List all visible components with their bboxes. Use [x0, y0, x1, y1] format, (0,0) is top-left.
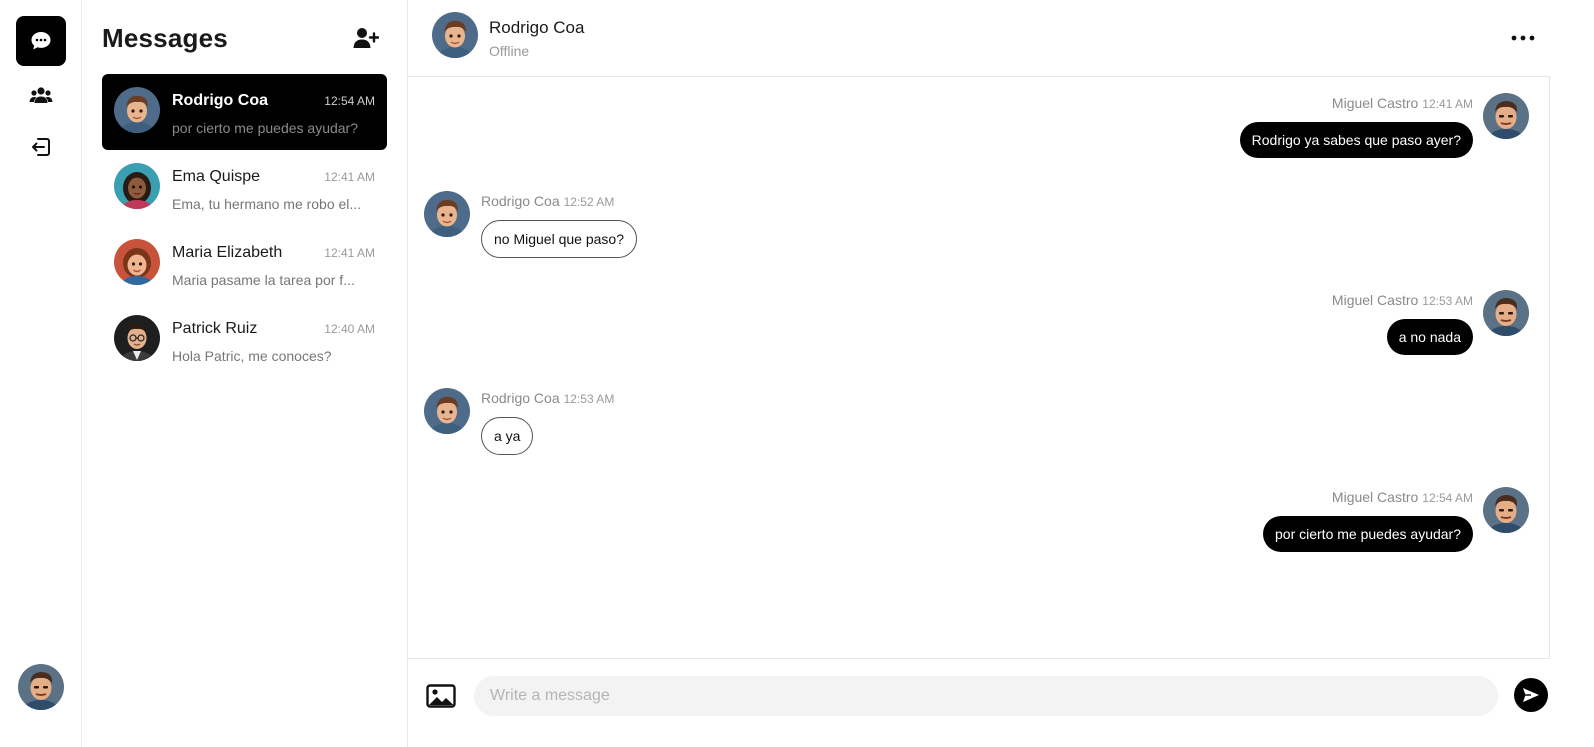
- rail-item-logout[interactable]: [16, 122, 66, 172]
- message-bubble: a ya: [481, 417, 534, 455]
- message-bubble: por cierto me puedes ayudar?: [1263, 516, 1473, 552]
- message-time: 12:41 AM: [1422, 97, 1473, 111]
- message-sender: Miguel Castro: [1331, 95, 1419, 111]
- avatar: [114, 163, 160, 209]
- chat-header: Rodrigo Coa Offline: [408, 0, 1550, 77]
- conversation-list-panel: Messages Rodrigo Coa 12:54 AM por cierto…: [82, 0, 408, 747]
- contact-time: 12:40 AM: [324, 322, 375, 336]
- sender-avatar: [1483, 487, 1529, 533]
- rail-item-contacts[interactable]: [16, 70, 66, 120]
- conversation-item[interactable]: Patrick Ruiz 12:40 AM Hola Patric, me co…: [102, 302, 387, 378]
- add-user-icon: [353, 28, 380, 48]
- send-icon: [1523, 688, 1539, 702]
- avatar: [114, 315, 160, 361]
- message-sender: Miguel Castro: [1331, 489, 1419, 505]
- message-time: 12:52 AM: [563, 195, 615, 209]
- add-contact-button[interactable]: [353, 26, 380, 50]
- conversation-item[interactable]: Ema Quispe 12:41 AM Ema, tu hermano me r…: [102, 150, 387, 226]
- message-bubble: no Miguel que paso?: [481, 220, 637, 258]
- contact-preview: por cierto me puedes ayudar?: [172, 120, 358, 136]
- sender-avatar: [424, 191, 470, 237]
- message-meta: Miguel Castro 12:41 AM: [1332, 95, 1473, 111]
- message-time: 12:54 AM: [1422, 491, 1473, 505]
- chat-options-button[interactable]: [1508, 28, 1538, 48]
- rail-item-messages[interactable]: [16, 16, 66, 66]
- message-sender: Rodrigo Coa: [481, 390, 560, 406]
- avatar: [114, 87, 160, 133]
- message-thread: Miguel Castro 12:41 AM Rodrigo ya sabes q…: [408, 77, 1550, 659]
- message-sender: Rodrigo Coa: [481, 193, 560, 209]
- message-meta: Miguel Castro 12:54 AM: [1332, 489, 1473, 505]
- panel-title: Messages: [102, 23, 228, 53]
- chat-contact-status: Offline: [489, 43, 530, 59]
- message-composer: [408, 660, 1594, 747]
- nav-rail: [0, 0, 82, 747]
- users-icon: [29, 87, 53, 103]
- attach-image-button[interactable]: [426, 684, 456, 708]
- avatar: [114, 239, 160, 285]
- sender-avatar: [424, 388, 470, 434]
- conversation-item[interactable]: Maria Elizabeth 12:41 AM Maria pasame la…: [102, 226, 387, 302]
- contact-time: 12:54 AM: [324, 94, 375, 108]
- contact-time: 12:41 AM: [324, 170, 375, 184]
- message-time: 12:53 AM: [563, 392, 615, 406]
- message-meta: Rodrigo Coa 12:52 AM: [481, 193, 614, 209]
- more-horizontal-icon: [1511, 35, 1535, 41]
- contact-name: Rodrigo Coa: [172, 92, 268, 109]
- contact-preview: Ema, tu hermano me robo el...: [172, 196, 362, 212]
- message-sender: Miguel Castro: [1331, 292, 1419, 308]
- message-bubble: a no nada: [1386, 319, 1473, 355]
- image-icon: [426, 684, 456, 708]
- message-bubble: Rodrigo ya sabes que paso ayer?: [1239, 122, 1473, 158]
- logout-icon: [32, 138, 50, 156]
- contact-time: 12:41 AM: [324, 246, 375, 260]
- message-input[interactable]: [474, 676, 1498, 716]
- current-user-avatar[interactable]: [18, 664, 64, 710]
- contact-name: Maria Elizabeth: [172, 244, 283, 261]
- sender-avatar: [1483, 93, 1529, 139]
- contact-name: Patrick Ruiz: [172, 320, 258, 337]
- chat-bubble-icon: [31, 32, 51, 50]
- chat-contact-name: Rodrigo Coa: [489, 18, 585, 37]
- contact-preview: Maria pasame la tarea por f...: [172, 272, 355, 288]
- sender-avatar: [1483, 290, 1529, 336]
- contact-name: Ema Quispe: [172, 168, 261, 185]
- chat-contact-avatar[interactable]: [432, 12, 478, 58]
- message-time: 12:53 AM: [1422, 294, 1473, 308]
- message-meta: Rodrigo Coa 12:53 AM: [481, 390, 614, 406]
- conversation-item[interactable]: Rodrigo Coa 12:54 AM por cierto me puede…: [102, 74, 387, 150]
- send-button[interactable]: [1514, 678, 1548, 712]
- contact-preview: Hola Patric, me conoces?: [172, 348, 332, 364]
- message-meta: Miguel Castro 12:53 AM: [1332, 292, 1473, 308]
